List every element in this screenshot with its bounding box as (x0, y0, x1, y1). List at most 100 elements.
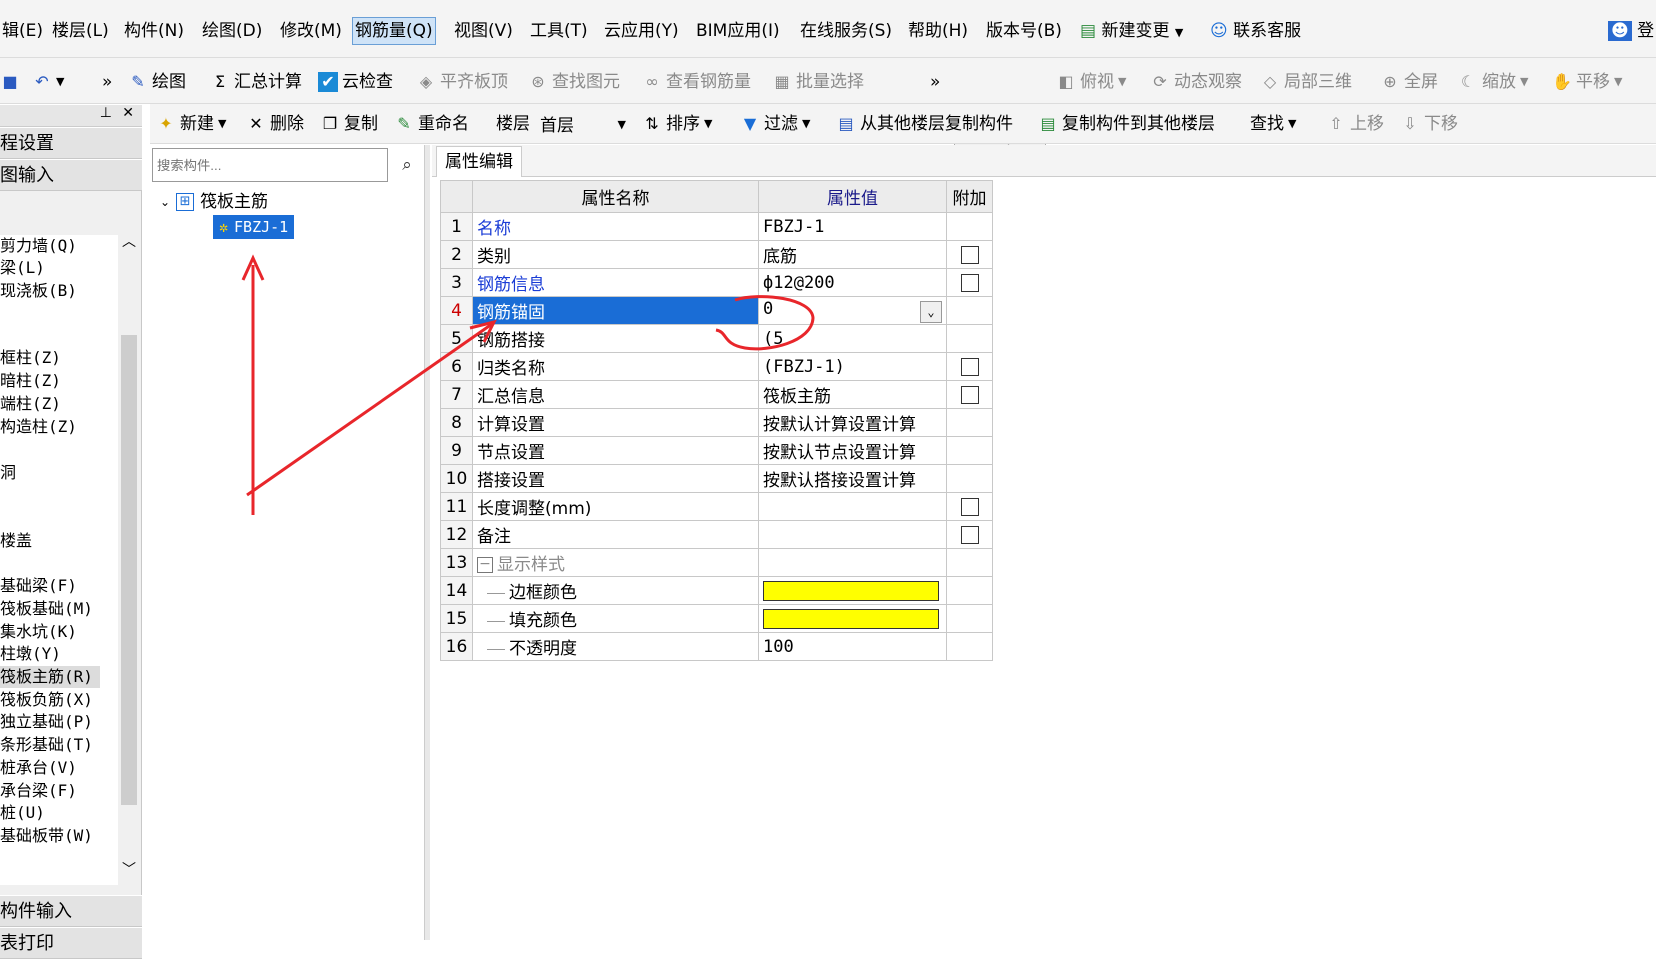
menu-modify[interactable]: 修改(M) (278, 17, 344, 45)
panel-splitter[interactable] (424, 145, 430, 940)
list-item[interactable]: 筏板负筋(X) (0, 689, 93, 711)
menu-bim[interactable]: BIM应用(I) (694, 17, 782, 45)
fill-color-swatch[interactable] (763, 608, 939, 629)
property-value[interactable]: (5 (758, 324, 947, 353)
flat-slab-button[interactable]: ◈ 平齐板顶 (416, 67, 508, 97)
property-value[interactable]: (FBZJ-1) (758, 352, 947, 381)
menu-contact[interactable]: ☺ 联系客服 (1208, 17, 1303, 45)
table-row[interactable]: 15 填充颜色 (440, 604, 993, 633)
local-3d-button[interactable]: ◇ 局部三维 (1260, 67, 1352, 97)
list-item[interactable]: 桩(U) (0, 802, 45, 824)
list-item[interactable]: 条形基础(T) (0, 734, 93, 756)
section-drawing-input[interactable]: 图输入 (0, 159, 142, 191)
search-icon[interactable]: ⌕ (392, 150, 422, 180)
tree-node-root[interactable]: ⌄ ⊞ 筏板主筋 (160, 190, 268, 214)
chevron-down-icon[interactable]: ﹀ (122, 859, 136, 879)
list-item[interactable]: 筏板基础(M) (0, 598, 93, 620)
list-item[interactable]: 基础梁(F) (0, 575, 77, 597)
table-row[interactable]: 5 钢筋搭接 (5 (440, 324, 993, 353)
menu-new-change[interactable]: ▤ 新建变更 ▼ (1078, 17, 1185, 45)
scrollbar-thumb[interactable] (121, 335, 137, 805)
list-item[interactable]: 集水坑(K) (0, 621, 77, 643)
list-item-selected[interactable]: 筏板主筋(R) (0, 666, 100, 688)
batch-select-button[interactable]: ▦ 批量选择 (772, 67, 864, 97)
property-value[interactable]: 底筋 (758, 240, 947, 269)
table-row[interactable]: 14 边框颜色 (440, 576, 993, 605)
table-row[interactable]: 13 − 显示样式 (440, 548, 993, 577)
undo-button[interactable]: ↶ ▼ (32, 67, 64, 97)
sum-calc-button[interactable]: Σ 汇总计算 (210, 67, 302, 97)
table-row[interactable]: 11 长度调整(mm) (440, 492, 993, 521)
view-rebar-button[interactable]: ∞ 查看钢筋量 (642, 67, 751, 97)
tab-property-edit[interactable]: 属性编辑 (436, 146, 522, 177)
property-value[interactable]: 按默认搭接设置计算 (758, 464, 947, 493)
close-icon[interactable]: ✕ (122, 105, 134, 121)
table-row[interactable]: 9 节点设置 按默认节点设置计算 (440, 436, 993, 465)
table-row-selected[interactable]: 4 钢筋锚固 0 ⌄ (440, 296, 993, 325)
top-view-button[interactable]: ◧ 俯视 ▼ (1056, 67, 1126, 97)
floor-select[interactable]: 首层 ▼ (536, 109, 630, 139)
menu-cloud[interactable]: 云应用(Y) (602, 17, 681, 45)
section-report-print[interactable]: 表打印 (0, 927, 142, 959)
table-row[interactable]: 10 搭接设置 按默认搭接设置计算 (440, 464, 993, 493)
chevron-up-icon[interactable]: ︿ (122, 231, 136, 251)
cloud-check-button[interactable]: ✔ 云检查 (318, 67, 393, 97)
list-item[interactable]: 桩承台(V) (0, 757, 77, 779)
list-item[interactable]: 梁(L) (0, 257, 45, 279)
new-button[interactable]: ✦ 新建 ▼ (156, 109, 226, 139)
table-row[interactable]: 7 汇总信息 筏板主筋 (440, 380, 993, 409)
list-item[interactable]: 基础板带(W) (0, 825, 93, 847)
chevron-down-icon[interactable]: ⌄ (160, 190, 170, 214)
menu-help[interactable]: 帮助(H) (906, 17, 970, 45)
copy-to-floor-button[interactable]: ▤ 复制构件到其他楼层 (1038, 109, 1215, 139)
append-checkbox[interactable] (960, 357, 979, 376)
menu-edit[interactable]: 辑(E) (0, 17, 45, 45)
filter-button[interactable]: ▼ 过滤 ▼ (740, 109, 811, 139)
menu-component[interactable]: 构件(N) (122, 17, 186, 45)
menu-draw[interactable]: 绘图(D) (200, 17, 264, 45)
collapse-icon[interactable]: − (477, 557, 493, 573)
table-row[interactable]: 16 不透明度 100 (440, 632, 993, 661)
menu-tools[interactable]: 工具(T) (528, 17, 590, 45)
chevron-down-icon[interactable]: ⌄ (920, 300, 942, 323)
section-component-input[interactable]: 构件输入 (0, 895, 142, 927)
append-checkbox[interactable] (960, 497, 979, 516)
property-value[interactable]: 按默认节点设置计算 (758, 436, 947, 465)
property-value[interactable]: 筏板主筋 (758, 380, 947, 409)
draw-button[interactable]: ✎ 绘图 (128, 67, 186, 97)
list-item[interactable]: 剪力墙(Q) (0, 235, 77, 257)
move-down-button[interactable]: ⇩ 下移 (1400, 109, 1458, 139)
menu-rebar-quantity[interactable]: 钢筋量(Q) (352, 17, 436, 45)
border-color-swatch[interactable] (763, 580, 939, 601)
pin-icon[interactable]: ⊥ (100, 105, 112, 121)
fullscreen-button[interactable]: ⊕ 全屏 (1380, 67, 1438, 97)
copy-button[interactable]: ❐ 复制 (320, 109, 378, 139)
delete-button[interactable]: ✕ 删除 (246, 109, 304, 139)
list-item[interactable]: 框柱(Z) (0, 347, 61, 369)
find-button[interactable]: 查找 ▼ (1250, 109, 1296, 139)
property-value[interactable] (758, 576, 947, 605)
list-item[interactable]: 端柱(Z) (0, 393, 61, 415)
list-item[interactable]: 楼盖 (0, 530, 32, 552)
table-row[interactable]: 1 名称 FBZJ-1 (440, 212, 993, 241)
pan-button[interactable]: ✋ 平移 ▼ (1552, 67, 1622, 97)
list-scrollbar[interactable]: ︿ ﹀ (118, 234, 140, 885)
table-row[interactable]: 12 备注 (440, 520, 993, 549)
property-value[interactable]: ф12@200 (758, 268, 947, 297)
rename-button[interactable]: ✎ 重命名 (394, 109, 469, 139)
append-checkbox[interactable] (960, 385, 979, 404)
property-value[interactable]: FBZJ-1 (758, 212, 947, 241)
property-value[interactable] (758, 520, 947, 549)
list-item[interactable]: 暗柱(Z) (0, 370, 61, 392)
save-button[interactable]: ■ (0, 67, 20, 97)
property-value[interactable]: 100 (758, 632, 947, 661)
menu-online[interactable]: 在线服务(S) (798, 17, 894, 45)
menu-login[interactable]: ☻ 登 (1606, 17, 1656, 45)
menu-floor[interactable]: 楼层(L) (50, 17, 111, 45)
section-project-settings[interactable]: 程设置 (0, 127, 142, 159)
overflow-icon[interactable]: » (102, 67, 112, 97)
property-value[interactable]: 按默认计算设置计算 (758, 408, 947, 437)
property-value[interactable] (758, 604, 947, 633)
append-checkbox[interactable] (960, 525, 979, 544)
property-value-editor[interactable]: 0 ⌄ (758, 296, 947, 325)
